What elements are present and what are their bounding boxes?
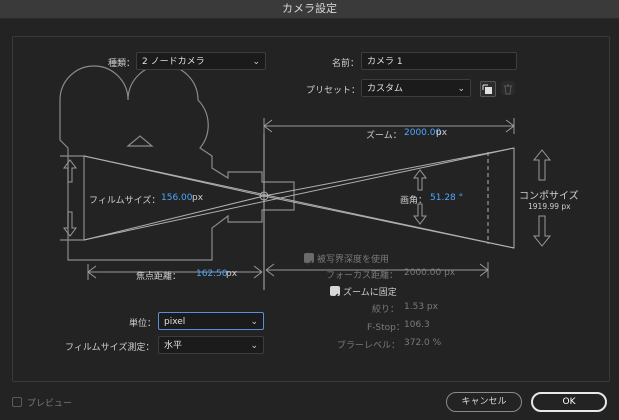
focus-distance-label: フォーカス距離： [326,271,399,281]
preset-select[interactable]: カスタム ⌄ [361,79,471,97]
name-label: 名前： [332,59,360,69]
units-label: 単位： [129,319,157,329]
comp-size-label: コンポサイズ [519,191,579,202]
zoom-label: ズーム： [366,131,402,141]
preset-label: プリセット： [306,86,361,96]
film-size-down-arrow [63,211,77,237]
blur-level-value: 372.0 % [404,338,442,348]
ok-button[interactable]: OK [531,392,607,412]
lock-zoom-label: ズームに固定 [343,288,397,298]
dof-checkbox[interactable] [304,253,314,266]
trash-icon[interactable] [501,81,515,95]
units-value: pixel [164,317,186,327]
measure-value: 水平 [164,341,183,351]
measure-label: フィルムサイズ測定： [65,343,155,353]
blur-level-label: ブラーレベル： [337,341,401,351]
checkmark-icon [305,260,313,266]
view-cone [263,147,515,249]
name-input[interactable]: カメラ 1 [361,52,517,70]
angle-down-arrow [413,203,427,225]
focal-length-unit: px [226,269,238,279]
camera-diagram [59,64,552,290]
angle-value[interactable]: 51.28 ° [430,193,463,203]
aperture-value: 1.53 px [404,302,438,312]
dof-label: 被写界深度を使用 [317,255,390,265]
comp-size-value: 1919.99 px [528,202,571,211]
focal-length-value[interactable]: 162.50 [196,269,228,279]
fstop-label: F-Stop： [367,323,405,333]
preset-value: カスタム [367,84,404,94]
zoom-unit: px [436,128,448,138]
angle-label: 画角： [400,196,428,206]
checkmark-icon [331,293,339,299]
preview-label: プレビュー [27,399,73,409]
film-size-unit: px [192,193,204,203]
angle-up-arrow [413,169,427,191]
save-preset-icon[interactable] [480,81,496,97]
film-size-up-arrow [63,159,77,183]
aperture-label: 絞り： [372,305,400,315]
fstop-value: 106.3 [404,320,430,330]
focal-length-label: 焦点距離： [136,272,182,282]
type-value: 2 ノードカメラ [142,57,205,67]
measure-select[interactable]: 水平 ⌄ [158,336,264,354]
chevron-down-icon: ⌄ [252,57,260,67]
units-select[interactable]: pixel ⌄ [158,312,264,330]
cancel-button[interactable]: キャンセル [446,392,522,412]
comp-size-up-arrow [532,149,552,181]
film-size-label: フィルムサイズ： [89,196,161,206]
camera-viewfinder-triangle [126,135,154,147]
focus-distance-value: 2000.00 px [404,268,456,278]
chevron-down-icon: ⌄ [457,84,465,94]
comp-size-down-arrow [532,215,552,247]
preview-checkbox[interactable] [12,397,22,407]
type-label: 種類： [108,59,136,69]
camera-body-outline [59,64,295,261]
chevron-down-icon: ⌄ [250,317,258,327]
type-select[interactable]: 2 ノードカメラ ⌄ [136,52,266,70]
chevron-down-icon: ⌄ [250,341,258,351]
lock-zoom-checkbox[interactable] [330,286,340,299]
film-size-value[interactable]: 156.00 [161,193,193,203]
